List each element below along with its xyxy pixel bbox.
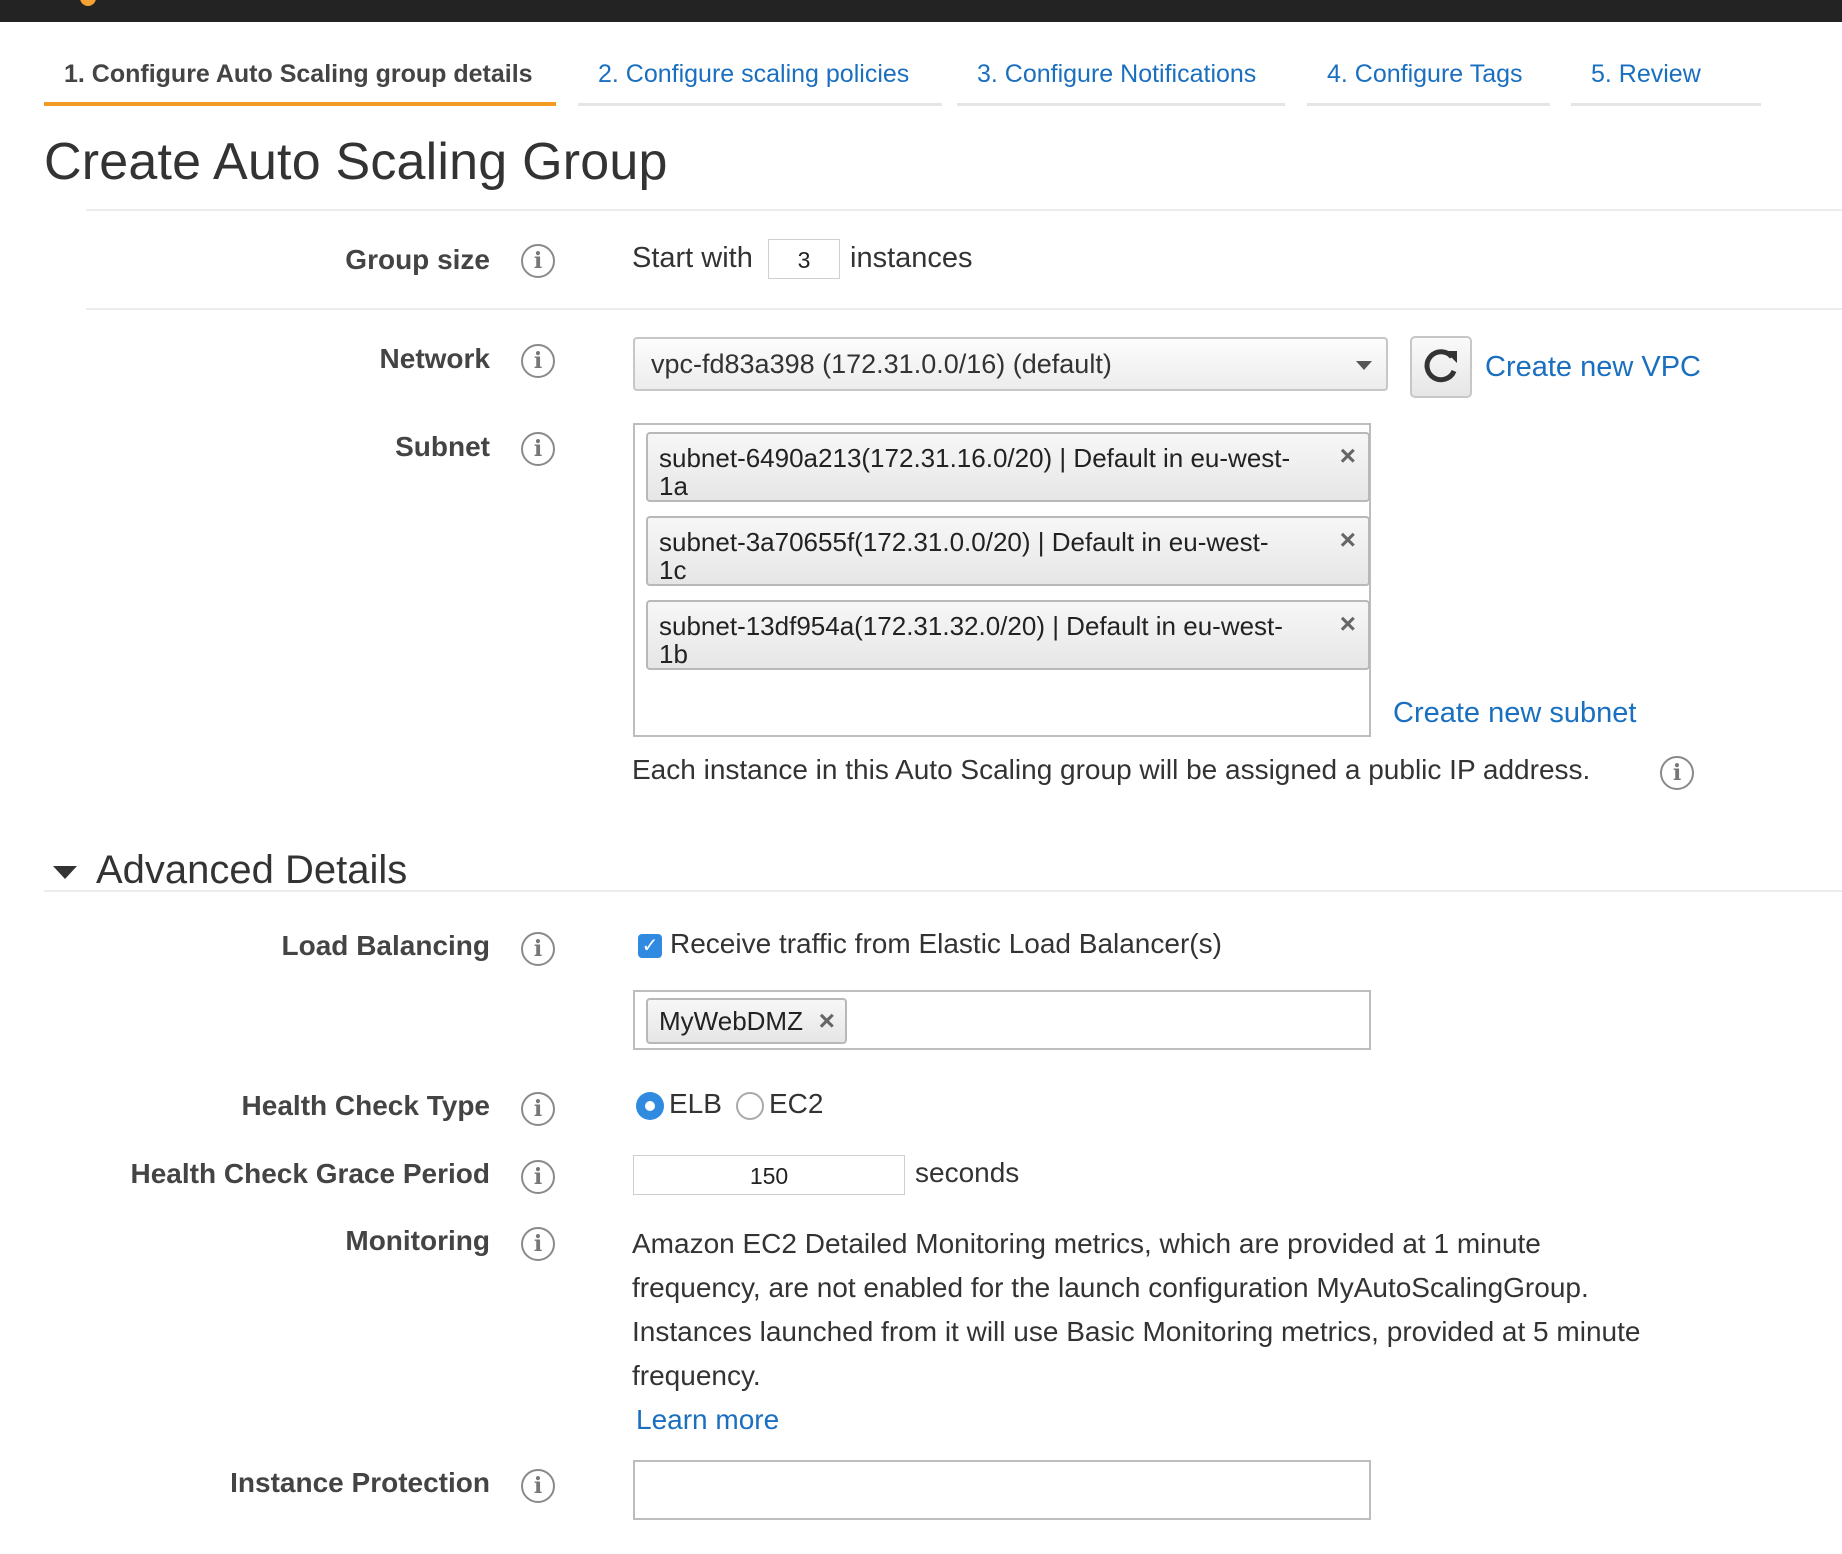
page-title: Create Auto Scaling Group [44, 133, 668, 191]
tab-configure-notifications[interactable]: 3. Configure Notifications [957, 52, 1285, 106]
elb-radio-label: ELB [669, 1088, 722, 1119]
tab-configure-group-details[interactable]: 1. Configure Auto Scaling group details [44, 52, 556, 106]
aws-logo-icon[interactable] [80, 0, 96, 6]
instance-protection-select[interactable] [633, 1460, 1371, 1520]
load-balancing-info-icon[interactable]: i [521, 932, 555, 966]
instance-protection-info-icon[interactable]: i [521, 1469, 555, 1503]
subnet-info-icon[interactable]: i [521, 432, 555, 466]
ec2-radio[interactable] [736, 1092, 764, 1120]
load-balancing-label: Load Balancing [281, 930, 490, 961]
subnet-label: Subnet [395, 431, 490, 462]
group-size-info-icon[interactable]: i [521, 244, 555, 278]
subnet-chip-text: subnet-13df954a(172.31.32.0/20) | Defaul… [659, 611, 1283, 641]
refresh-button[interactable] [1410, 336, 1472, 398]
network-selected-value: vpc-fd83a398 (172.31.0.0/16) (default) [651, 349, 1112, 379]
subnet-chip: subnet-13df954a(172.31.32.0/20) | Defaul… [646, 600, 1370, 670]
chevron-down-icon [1356, 361, 1372, 370]
divider [44, 890, 1842, 892]
elb-checkbox[interactable]: ✓ [638, 934, 662, 958]
close-icon[interactable]: × [1340, 610, 1356, 638]
monitoring-label: Monitoring [345, 1225, 490, 1256]
monitoring-text-line: frequency, are not enabled for the launc… [632, 1272, 1589, 1303]
group-size-label: Group size [345, 244, 490, 275]
subnet-chip-text: 1b [659, 639, 688, 669]
subnet-chip: subnet-6490a213(172.31.16.0/20) | Defaul… [646, 432, 1370, 502]
monitoring-info-icon[interactable]: i [521, 1227, 555, 1261]
divider [86, 209, 1842, 211]
grace-period-info-icon[interactable]: i [521, 1160, 555, 1194]
subnet-chip-text: subnet-6490a213(172.31.16.0/20) | Defaul… [659, 443, 1291, 473]
monitoring-text-line: Amazon EC2 Detailed Monitoring metrics, … [632, 1228, 1541, 1259]
tab-configure-tags[interactable]: 4. Configure Tags [1307, 52, 1550, 106]
group-size-input[interactable]: 3 [768, 239, 840, 279]
close-icon[interactable]: × [819, 1000, 835, 1042]
group-size-suffix: instances [850, 242, 973, 274]
network-info-icon[interactable]: i [521, 344, 555, 378]
create-new-vpc-link[interactable]: Create new VPC [1485, 351, 1701, 384]
group-size-prefix: Start with [632, 242, 753, 274]
health-check-type-label: Health Check Type [241, 1090, 490, 1121]
health-check-type-info-icon[interactable]: i [521, 1092, 555, 1126]
grace-period-unit: seconds [915, 1157, 1020, 1188]
subnet-chip-text: subnet-3a70655f(172.31.0.0/20) | Default… [659, 527, 1269, 557]
subnet-chip: subnet-3a70655f(172.31.0.0/20) | Default… [646, 516, 1370, 586]
tab-review[interactable]: 5. Review [1571, 52, 1761, 106]
create-new-subnet-link[interactable]: Create new subnet [1393, 697, 1636, 730]
grace-period-input[interactable]: 150 [633, 1155, 905, 1195]
divider [86, 308, 1842, 310]
network-label: Network [379, 343, 490, 374]
elb-radio[interactable] [636, 1092, 664, 1120]
grace-period-label: Health Check Grace Period [130, 1158, 490, 1189]
collapse-triangle-icon[interactable] [53, 866, 77, 879]
load-balancer-multiselect[interactable]: MyWebDMZ × [633, 990, 1371, 1050]
network-select[interactable]: vpc-fd83a398 (172.31.0.0/16) (default) [633, 337, 1388, 391]
load-balancer-name: MyWebDMZ [659, 1006, 803, 1036]
close-icon[interactable]: × [1340, 526, 1356, 554]
close-icon[interactable]: × [1340, 442, 1356, 470]
subnet-multiselect[interactable]: subnet-6490a213(172.31.16.0/20) | Defaul… [633, 423, 1371, 737]
ec2-radio-label: EC2 [769, 1088, 824, 1119]
load-balancer-chip: MyWebDMZ × [646, 998, 847, 1044]
monitoring-description: Amazon EC2 Detailed Monitoring metrics, … [632, 1222, 1732, 1442]
tab-configure-scaling-policies[interactable]: 2. Configure scaling policies [578, 52, 942, 106]
learn-more-link[interactable]: Learn more [632, 1398, 1732, 1442]
elb-checkbox-label: Receive traffic from Elastic Load Balanc… [670, 928, 1222, 959]
top-navbar [0, 0, 1842, 22]
refresh-icon [1424, 349, 1457, 383]
monitoring-text-line: frequency. [632, 1360, 761, 1391]
instance-protection-label: Instance Protection [230, 1467, 490, 1498]
subnet-chip-text: 1a [659, 471, 688, 501]
advanced-details-heading[interactable]: Advanced Details [96, 848, 407, 893]
public-ip-note: Each instance in this Auto Scaling group… [632, 754, 1591, 785]
public-ip-info-icon[interactable]: i [1660, 756, 1694, 790]
subnet-chip-text: 1c [659, 555, 687, 585]
monitoring-text-line: Instances launched from it will use Basi… [632, 1316, 1641, 1347]
